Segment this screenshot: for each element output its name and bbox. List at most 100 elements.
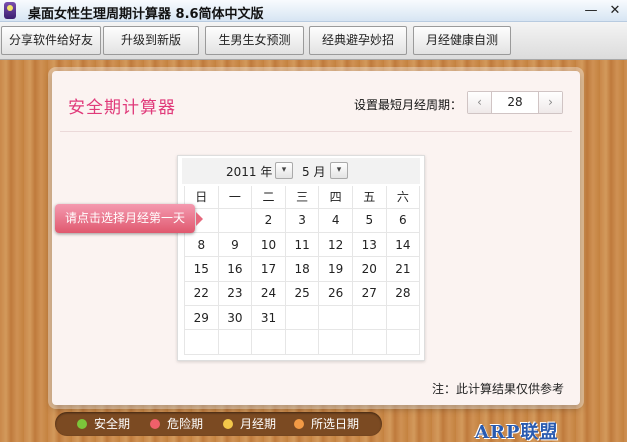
calendar-day[interactable]: 18 [284,256,320,282]
calendar-day[interactable]: 2 [251,207,286,233]
calendar-day[interactable]: 4 [318,207,353,233]
calendar-grid: 日 一 二 三 四 五 六 2 3 4 5 6 8 9 10 11 12 13 … [184,186,421,355]
calendar-day[interactable]: 25 [284,280,320,307]
year-dropdown[interactable]: ▾ [275,162,293,179]
month-label: 5 月 [302,163,325,180]
calendar-day[interactable]: 11 [284,231,320,258]
calendar-week: 22 23 24 25 26 27 28 [184,280,421,307]
calendar-day [318,305,353,331]
weekday-label: 五 [351,186,387,209]
calendar-day [284,329,320,355]
selected-dot-icon [294,419,304,429]
safe-dot-icon [77,419,87,429]
title-bar: 桌面女性生理周期计算器 8.6简体中文版 — ✕ [0,0,627,22]
calendar-day [217,329,253,355]
weekday-label: 六 [385,186,421,209]
cycle-label: 设置最短月经周期： [353,98,462,112]
calendar-day[interactable]: 30 [217,305,253,331]
cycle-prev-button[interactable]: ‹ [468,92,492,113]
calculator-panel: 安全期计算器 设置最短月经周期： ‹ 28 › 2011 年 ▾ 5 月 ▾ 日… [52,71,580,405]
weekday-label: 二 [251,186,286,209]
calendar-week: 15 16 17 18 19 20 21 [184,256,421,282]
legend-item-safe: 安全期 [77,416,130,432]
calendar-day[interactable]: 31 [251,305,286,331]
legend-label: 危险期 [167,417,204,431]
calendar-day[interactable]: 24 [251,280,286,307]
legend-item-menses: 月经期 [223,416,276,432]
weekday-label: 三 [284,186,320,209]
danger-dot-icon [150,419,160,429]
cycle-stepper[interactable]: ‹ 28 › [467,91,563,114]
disclaimer-note: 注：此计算结果仅供参考 [431,382,564,396]
calendar-day[interactable]: 13 [351,231,387,258]
calendar-day[interactable]: 14 [385,231,421,258]
watermark-logo: ARP联盟 [475,422,559,442]
close-button[interactable]: ✕ [606,3,624,19]
menstrual-self-test-button[interactable]: 月经健康自测 [413,26,511,55]
calendar-day[interactable]: 27 [351,280,387,307]
legend: 安全期 危险期 月经期 所选日期 [55,412,382,436]
calendar-week: 2 3 4 5 6 [184,207,421,233]
calendar-day[interactable]: 23 [217,280,253,307]
cycle-next-button[interactable]: › [538,92,562,113]
calendar-day[interactable]: 19 [318,256,353,282]
month-value: 5 [302,165,310,179]
gender-predict-button[interactable]: 生男生女预测 [205,26,304,55]
calendar-week [184,329,421,355]
calendar-day [351,329,387,355]
contraception-tips-button[interactable]: 经典避孕妙招 [309,26,407,55]
window-title: 桌面女性生理周期计算器 8.6简体中文版 [28,7,264,22]
cycle-value[interactable]: 28 [492,92,538,113]
month-dropdown[interactable]: ▾ [330,162,348,179]
toolbar: 分享软件给好友 升级到新版 生男生女预测 经典避孕妙招 月经健康自测 [0,22,627,60]
calendar-day[interactable]: 21 [385,256,421,282]
calendar-day[interactable]: 8 [184,231,219,258]
panel-title: 安全期计算器 [68,98,176,118]
calendar-week: 8 9 10 11 12 13 14 [184,231,421,258]
select-first-day-tooltip: 请点击选择月经第一天 [55,204,203,233]
calendar-day[interactable]: 29 [184,305,219,331]
calendar-day[interactable]: 10 [251,231,286,258]
share-button[interactable]: 分享软件给好友 [1,26,101,55]
calendar-day [385,305,421,331]
weekday-label: 一 [217,186,253,209]
calendar-day[interactable]: 20 [351,256,387,282]
year-label: 2011 年 [226,163,272,180]
weekday-label: 四 [318,186,353,209]
calendar-day[interactable]: 17 [251,256,286,282]
calendar-day[interactable]: 5 [351,207,387,233]
calendar-day [351,305,387,331]
legend-label: 所选日期 [311,417,360,431]
calendar-day [318,329,353,355]
calendar-day[interactable]: 9 [217,231,253,258]
legend-label: 安全期 [94,417,131,431]
weekday-row: 日 一 二 三 四 五 六 [184,186,421,209]
legend-item-danger: 危险期 [150,416,203,432]
calendar-day[interactable]: 22 [184,280,219,307]
calendar-day[interactable] [217,207,253,233]
year-unit: 年 [260,165,273,179]
legend-label: 月经期 [240,417,277,431]
calendar-day[interactable]: 28 [385,280,421,307]
month-unit: 月 [313,165,326,179]
divider [60,131,572,132]
calendar-day [284,305,320,331]
calendar-day[interactable]: 12 [318,231,353,258]
calendar-day[interactable]: 26 [318,280,353,307]
calendar-day [385,329,421,355]
minimize-button[interactable]: — [582,3,600,19]
calendar-day[interactable]: 16 [217,256,253,282]
calendar-day[interactable]: 6 [385,207,421,233]
calendar-day [184,329,219,355]
calendar: 2011 年 ▾ 5 月 ▾ 日 一 二 三 四 五 六 2 3 4 5 6 8… [177,155,425,361]
year-value: 2011 [226,165,257,179]
app-icon [4,2,16,19]
calendar-header: 2011 年 ▾ 5 月 ▾ [182,158,420,184]
calendar-day [251,329,286,355]
calendar-day[interactable]: 15 [184,256,219,282]
menses-dot-icon [223,419,233,429]
legend-item-selected: 所选日期 [294,416,359,432]
calendar-week: 29 30 31 [184,305,421,331]
calendar-day[interactable]: 3 [284,207,320,233]
upgrade-button[interactable]: 升级到新版 [103,26,199,55]
